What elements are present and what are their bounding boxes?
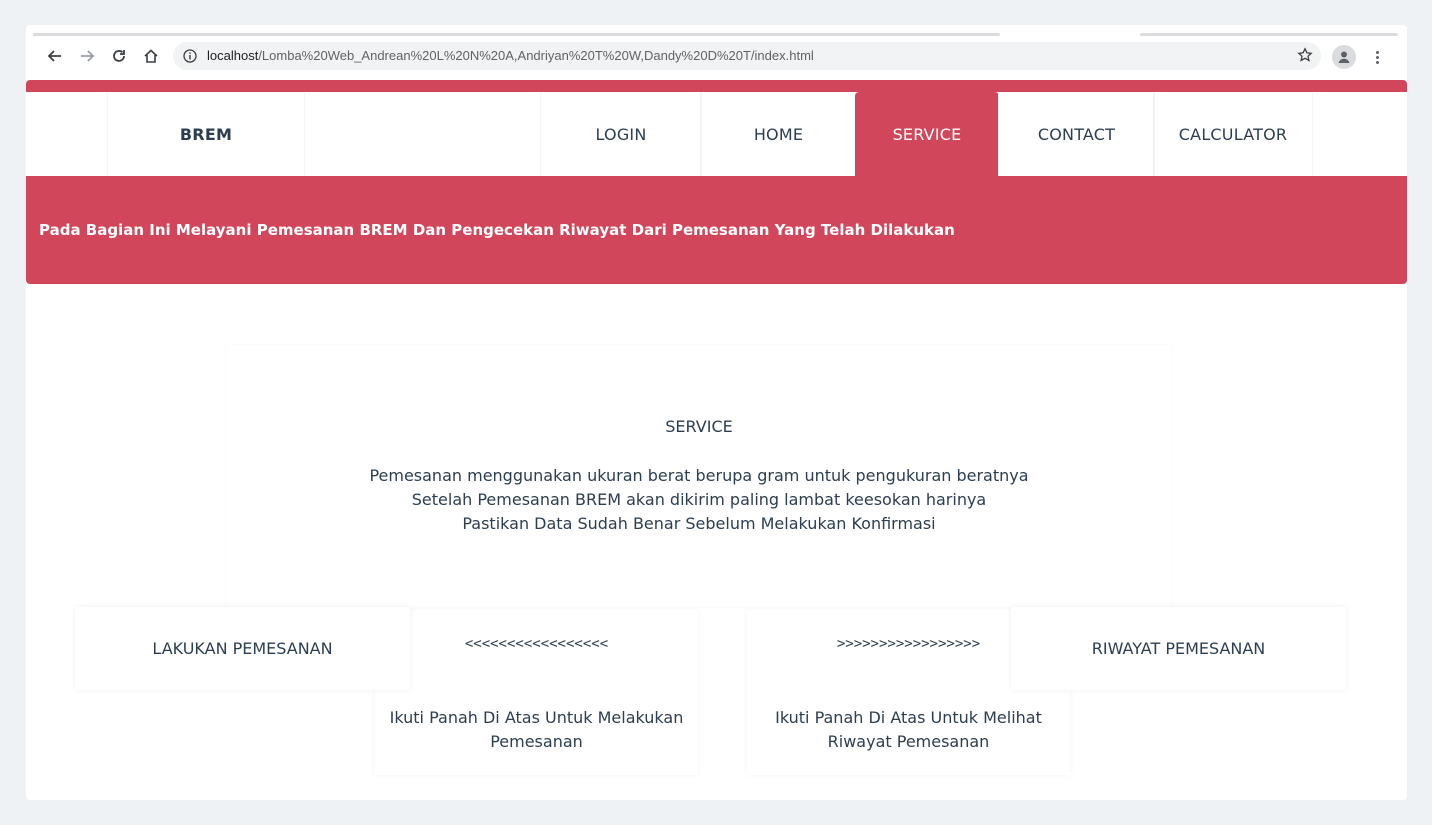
history-hint-line: Ikuti Panah Di Atas Untuk Melihat [775, 708, 1042, 727]
order-hint-text: Ikuti Panah Di Atas Untuk Melakukan Peme… [385, 706, 688, 754]
tab-strip-indicator [33, 33, 1000, 36]
url-host: localhost [207, 48, 259, 63]
back-icon[interactable] [41, 42, 69, 70]
banner-text: Pada Bagian Ini Melayani Pemesanan BREM … [39, 221, 955, 239]
home-icon[interactable] [137, 42, 165, 70]
reload-icon[interactable] [105, 42, 133, 70]
browser-window: localhost/Lomba%20Web_Andrean%20L%20N%20… [26, 25, 1407, 800]
service-line: Setelah Pemesanan BREM akan dikirim pali… [411, 490, 987, 509]
order-button[interactable]: LAKUKAN PEMESANAN [75, 607, 410, 690]
browser-menu-icon[interactable] [1368, 45, 1386, 69]
bookmark-star-icon[interactable] [1297, 47, 1313, 67]
order-hint-line: Pemesanan [490, 732, 583, 751]
service-line: Pemesanan menggunakan ukuran berat berup… [369, 466, 1029, 485]
nav-contact[interactable]: CONTACT [999, 92, 1154, 176]
url-text: localhost/Lomba%20Web_Andrean%20L%20N%20… [207, 48, 814, 63]
service-line: Pastikan Data Sudah Benar Sebelum Melaku… [462, 514, 936, 533]
nav-login[interactable]: LOGIN [541, 92, 701, 176]
left-arrows: <<<<<<<<<<<<<<<<< [464, 636, 609, 652]
url-path: /Lomba%20Web_Andrean%20L%20N%20A,Andriya… [258, 48, 814, 63]
history-hint-text: Ikuti Panah Di Atas Untuk Melihat Riwaya… [757, 706, 1060, 754]
service-description: Pemesanan menggunakan ukuran berat berup… [226, 464, 1172, 536]
forward-icon[interactable] [73, 42, 101, 70]
order-hint-card: <<<<<<<<<<<<<<<<< Ikuti Panah Di Atas Un… [375, 610, 698, 775]
site-navbar: BREM LOGIN HOME SERVICE CONTACT CALCULAT… [26, 92, 1407, 176]
page-top-strip [26, 80, 1407, 92]
nav-home[interactable]: HOME [701, 92, 856, 176]
order-hint-line: Ikuti Panah Di Atas Untuk Melakukan [389, 708, 684, 727]
service-info-card: SERVICE Pemesanan menggunakan ukuran ber… [226, 345, 1172, 607]
profile-avatar-icon[interactable] [1332, 45, 1356, 69]
site-info-icon[interactable] [183, 48, 197, 67]
nav-service[interactable]: SERVICE [855, 92, 999, 176]
nav-calculator[interactable]: CALCULATOR [1154, 92, 1312, 176]
address-bar[interactable]: localhost/Lomba%20Web_Andrean%20L%20N%20… [173, 42, 1321, 70]
service-title: SERVICE [665, 417, 733, 436]
service-banner: Pada Bagian Ini Melayani Pemesanan BREM … [26, 176, 1407, 284]
brand-logo[interactable]: BREM [108, 92, 304, 176]
history-button[interactable]: RIWAYAT PEMESANAN [1011, 607, 1346, 690]
browser-toolbar: localhost/Lomba%20Web_Andrean%20L%20N%20… [26, 40, 1407, 74]
history-hint-line: Riwayat Pemesanan [827, 732, 990, 751]
tab-strip-indicator-secondary [1140, 33, 1398, 36]
